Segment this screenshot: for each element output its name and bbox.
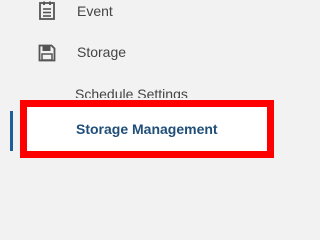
calendar-list-icon bbox=[39, 1, 55, 20]
sidebar-nav: Event Storage Schedule Settings Storage … bbox=[0, 0, 280, 222]
sidebar-subitem-storage-management[interactable]: Storage Management bbox=[76, 121, 218, 137]
sidebar-item-event[interactable]: Event bbox=[0, 0, 280, 26]
sidebar-item-label: Event bbox=[77, 3, 113, 19]
sidebar-item-storage[interactable]: Storage bbox=[0, 40, 280, 66]
active-indicator bbox=[10, 111, 13, 151]
sidebar-item-label: Storage bbox=[77, 44, 127, 60]
floppy-disk-icon bbox=[38, 44, 56, 62]
